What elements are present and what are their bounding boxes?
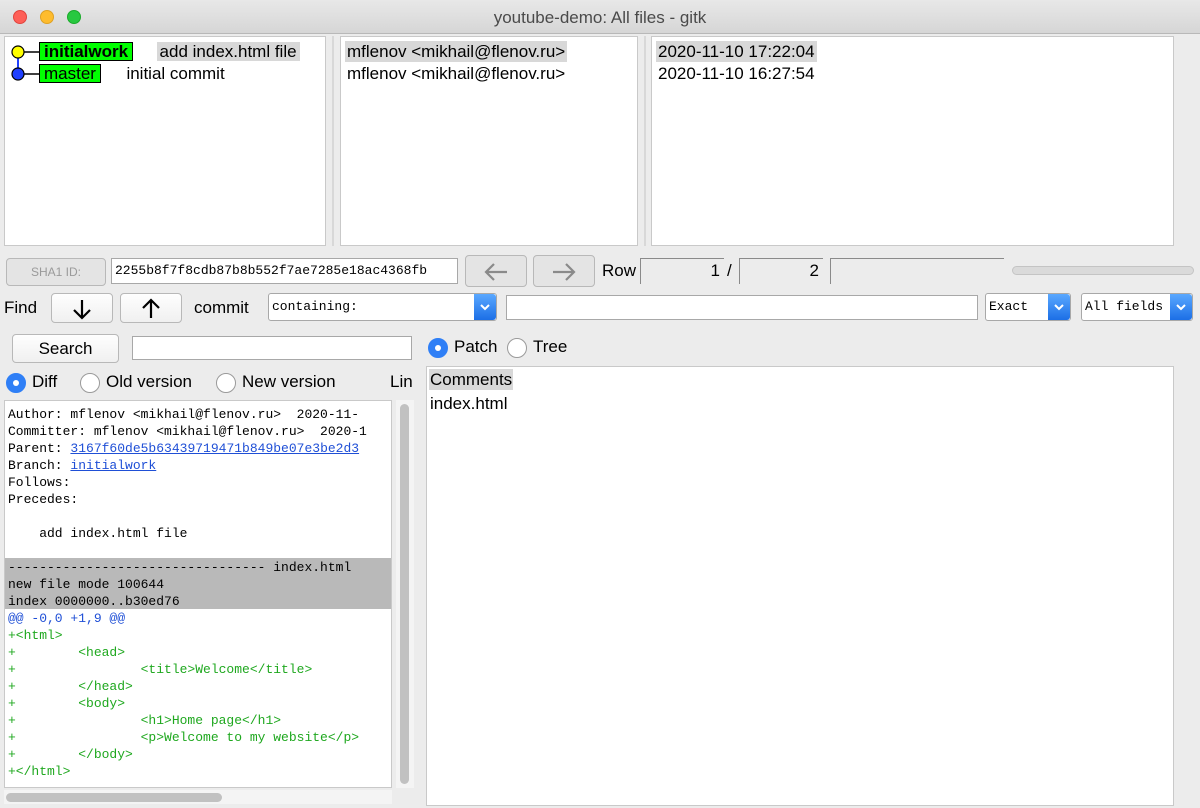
diff-vertical-scrollbar[interactable]: [396, 400, 414, 788]
scrollbar-thumb[interactable]: [400, 404, 409, 784]
chevron-down-icon: [1048, 294, 1070, 320]
commit-dot-master: [11, 67, 25, 81]
window-title: youtube-demo: All files - gitk: [493, 8, 707, 27]
diff-file-mode: new file mode 100644: [8, 577, 165, 592]
diff-radio[interactable]: [6, 373, 26, 393]
fields-select[interactable]: All fields: [1081, 293, 1193, 321]
diff-precedes: Precedes:: [8, 492, 79, 507]
pane-sash[interactable]: [644, 36, 646, 246]
find-mode-value: containing:: [272, 299, 358, 314]
find-label: Find: [4, 298, 38, 317]
file-list-pane[interactable]: Comments index.html: [426, 366, 1174, 806]
branch-tag-master[interactable]: master: [39, 64, 101, 83]
author-pane[interactable]: mflenov <mikhail@flenov.ru> mflenov <mik…: [340, 36, 638, 246]
diff-pane[interactable]: Author: mflenov <mikhail@flenov.ru> 2020…: [4, 400, 392, 788]
diff-added-line: + </head>: [8, 679, 133, 694]
diff-added-line: + </body>: [8, 747, 133, 762]
search-button[interactable]: Search: [12, 334, 119, 363]
status-field: [830, 258, 1004, 284]
diff-added-line: + <head>: [8, 645, 126, 660]
diff-added-line: + <body>: [8, 696, 126, 711]
branch-link[interactable]: initialwork: [70, 458, 156, 473]
fields-value: All fields: [1085, 299, 1164, 314]
branch-tag-initialwork[interactable]: initialwork: [39, 42, 134, 61]
search-input[interactable]: [132, 336, 412, 360]
diff-added-line: + <p>Welcome to my website</p>: [8, 730, 360, 745]
sha1-id-button[interactable]: SHA1 ID:: [6, 258, 106, 286]
new-version-radio[interactable]: [216, 373, 236, 393]
find-input[interactable]: [506, 295, 978, 320]
find-mode-select[interactable]: containing:: [268, 293, 497, 321]
diff-committer: Committer: mflenov <mikhail@flenov.ru> 2…: [8, 424, 367, 439]
patch-label[interactable]: Patch: [454, 337, 497, 357]
diff-added-line: +<html>: [8, 628, 63, 643]
file-list-item[interactable]: Comments: [429, 369, 514, 390]
diff-index: index 0000000..b30ed76: [8, 594, 180, 609]
row-total: 2: [739, 258, 823, 284]
back-button[interactable]: [465, 255, 527, 287]
diff-added-line: + <h1>Home page</h1>: [8, 713, 282, 728]
lines-label: Lin: [390, 372, 413, 391]
diff-follows: Follows:: [8, 475, 71, 490]
tree-radio[interactable]: [507, 338, 527, 358]
arrow-left-icon: [484, 263, 507, 281]
old-version-label[interactable]: Old version: [106, 372, 192, 392]
row-current: 1: [640, 258, 724, 284]
commit-row[interactable]: master initial commit: [39, 63, 225, 84]
arrow-up-icon: [142, 298, 160, 318]
commit-date[interactable]: 2020-11-10 16:27:54: [658, 63, 815, 84]
commit-author[interactable]: mflenov <mikhail@flenov.ru>: [345, 41, 568, 62]
diff-added-line: +</html>: [8, 764, 71, 779]
commit-message[interactable]: add index.html file: [156, 42, 300, 61]
tree-label[interactable]: Tree: [533, 337, 567, 357]
patch-radio[interactable]: [428, 338, 448, 358]
diff-added-line: + <title>Welcome</title>: [8, 662, 313, 677]
diff-parent: Parent: 3167f60de5b63439719471b849be07e3…: [8, 441, 360, 456]
row-separator: /: [727, 261, 732, 280]
date-pane[interactable]: 2020-11-10 17:22:04 2020-11-10 16:27:54: [651, 36, 1174, 246]
commit-message[interactable]: initial commit: [126, 64, 224, 83]
new-version-label[interactable]: New version: [242, 372, 336, 392]
commit-dot-initialwork: [11, 45, 25, 59]
old-version-radio[interactable]: [80, 373, 100, 393]
diff-label[interactable]: Diff: [32, 372, 57, 392]
commit-date[interactable]: 2020-11-10 17:22:04: [656, 41, 817, 62]
diff-hunk-header: @@ -0,0 +1,9 @@: [8, 611, 126, 626]
scrollbar-thumb[interactable]: [6, 793, 222, 802]
title-bar: youtube-demo: All files - gitk: [0, 0, 1200, 34]
sha1-field[interactable]: 2255b8f7f8cdb87b8b552f7ae7285e18ac4368fb: [111, 258, 458, 284]
row-label: Row: [602, 261, 637, 280]
parent-link[interactable]: 3167f60de5b63439719471b849be07e3be2d3: [70, 441, 359, 456]
arrow-right-icon: [553, 263, 576, 281]
progress-bar: [1012, 266, 1194, 275]
diff-author: Author: mflenov <mikhail@flenov.ru> 2020…: [8, 407, 360, 422]
commit-list-pane[interactable]: initialwork add index.html file master i…: [4, 36, 326, 246]
match-select[interactable]: Exact: [985, 293, 1071, 321]
chevron-down-icon: [1170, 294, 1192, 320]
pane-sash[interactable]: [332, 36, 334, 246]
file-list-item[interactable]: index.html: [430, 393, 507, 414]
match-value: Exact: [989, 299, 1029, 314]
find-previous-button[interactable]: [120, 293, 182, 323]
commit-author[interactable]: mflenov <mikhail@flenov.ru>: [347, 63, 565, 84]
diff-file-separator: --------------------------------- index.…: [8, 560, 352, 575]
find-type-label: commit: [194, 298, 249, 317]
commit-row[interactable]: initialwork add index.html file: [39, 41, 300, 62]
diff-horizontal-scrollbar[interactable]: [4, 790, 392, 804]
diff-message: add index.html file: [8, 526, 188, 541]
forward-button[interactable]: [533, 255, 595, 287]
chevron-down-icon: [474, 294, 496, 320]
diff-branch: Branch: initialwork: [8, 458, 157, 473]
arrow-down-icon: [73, 300, 91, 320]
find-next-button[interactable]: [51, 293, 113, 323]
